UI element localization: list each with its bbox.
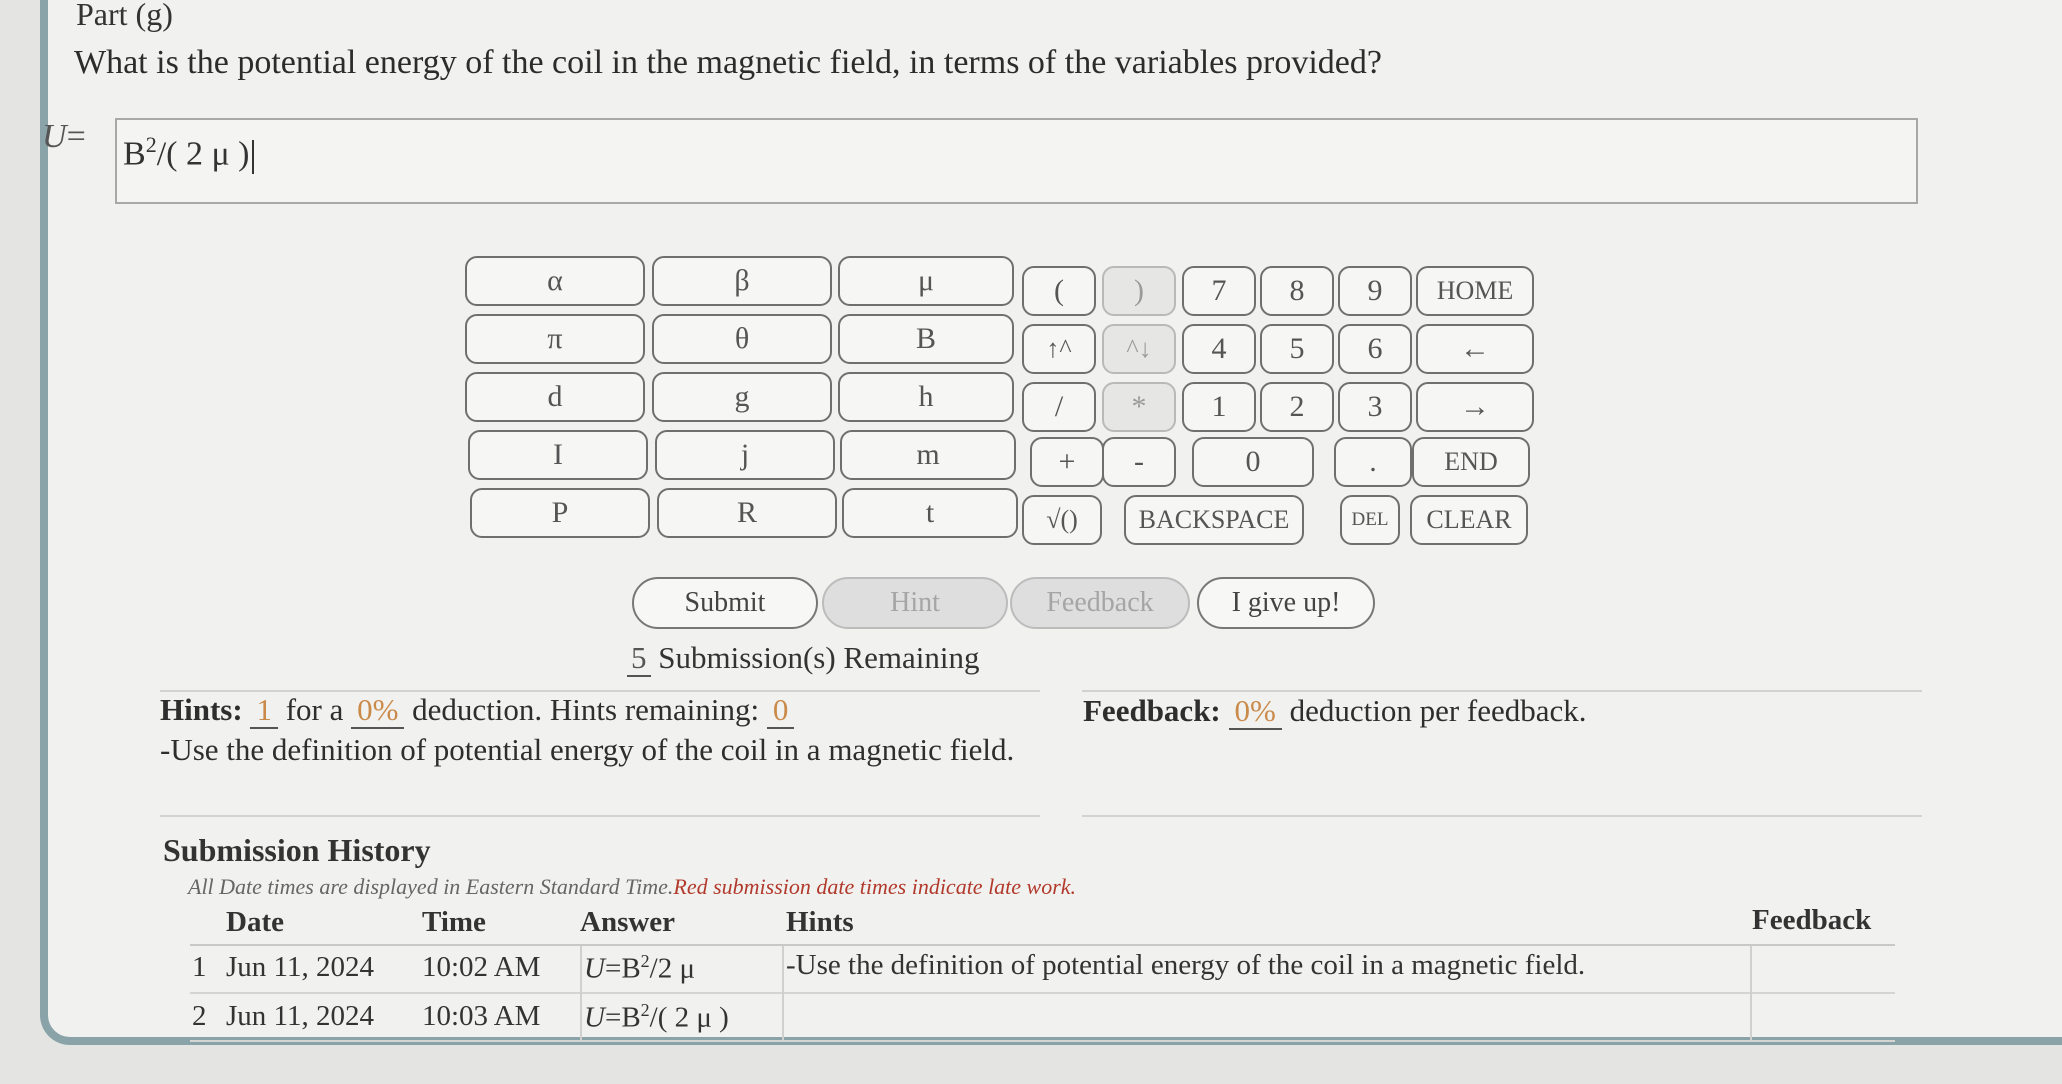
row-date: Jun 11, 2024 xyxy=(226,951,374,983)
key-beta[interactable]: β xyxy=(652,256,832,306)
table-divider xyxy=(190,992,1895,994)
key-decimal[interactable]: . xyxy=(1334,437,1412,487)
key-end[interactable]: END xyxy=(1412,437,1530,487)
col-header-date: Date xyxy=(226,906,284,938)
hints-section: Hints: 1 for a 0% deduction. Hints remai… xyxy=(160,690,1040,770)
feedback-info: Feedback: 0% deduction per feedback. xyxy=(1083,693,1587,730)
key-1[interactable]: 1 xyxy=(1182,382,1256,432)
key-pi[interactable]: π xyxy=(465,314,645,364)
row-answer: U=B2/2 μ xyxy=(584,951,696,985)
key-superscript-up[interactable]: ↑^ xyxy=(1022,324,1096,374)
key-R[interactable]: R xyxy=(657,488,837,538)
row-number: 1 xyxy=(192,951,207,983)
answer-rest: /( 2 μ ) xyxy=(156,135,250,173)
row-hint: -Use the definition of potential energy … xyxy=(786,949,1586,981)
key-h[interactable]: h xyxy=(838,372,1014,422)
answer-base: B xyxy=(123,135,146,173)
key-plus[interactable]: + xyxy=(1030,437,1104,487)
key-superscript-down[interactable]: ^↓ xyxy=(1102,324,1176,374)
row-number: 2 xyxy=(192,1000,207,1032)
submit-button[interactable]: Submit xyxy=(632,577,818,629)
key-j[interactable]: j xyxy=(655,430,835,480)
column-divider xyxy=(580,946,582,1040)
text-caret xyxy=(251,139,254,174)
hint-button[interactable]: Hint xyxy=(822,577,1008,629)
key-close-paren[interactable]: ) xyxy=(1102,266,1176,316)
part-title: Part (g) xyxy=(76,0,173,32)
feedback-button[interactable]: Feedback xyxy=(1010,577,1190,629)
give-up-button[interactable]: I give up! xyxy=(1197,577,1375,629)
col-header-time: Time xyxy=(422,906,486,938)
column-divider xyxy=(782,946,784,1040)
row-date: Jun 11, 2024 xyxy=(226,1000,374,1032)
key-clear[interactable]: CLEAR xyxy=(1410,495,1528,545)
key-del[interactable]: DEL xyxy=(1340,495,1400,545)
col-header-feedback: Feedback xyxy=(1752,904,1872,936)
key-2[interactable]: 2 xyxy=(1260,382,1334,432)
key-home[interactable]: HOME xyxy=(1416,266,1534,316)
key-3[interactable]: 3 xyxy=(1338,382,1412,432)
col-header-hints: Hints xyxy=(786,906,854,938)
key-alpha[interactable]: α xyxy=(465,256,645,306)
col-header-answer: Answer xyxy=(580,906,676,938)
key-B[interactable]: B xyxy=(838,314,1014,364)
key-theta[interactable]: θ xyxy=(652,314,832,364)
key-right-arrow[interactable]: → xyxy=(1416,382,1534,432)
row-time: 10:02 AM xyxy=(422,951,541,983)
key-0[interactable]: 0 xyxy=(1192,437,1314,487)
hint-text: -Use the definition of potential energy … xyxy=(160,732,1015,767)
key-sqrt[interactable]: √() xyxy=(1022,495,1102,545)
key-open-paren[interactable]: ( xyxy=(1022,266,1096,316)
key-P[interactable]: P xyxy=(470,488,650,538)
row-time: 10:03 AM xyxy=(422,1000,541,1032)
key-8[interactable]: 8 xyxy=(1260,266,1334,316)
key-mu[interactable]: μ xyxy=(838,256,1014,306)
divider xyxy=(1082,690,1922,692)
key-minus[interactable]: - xyxy=(1102,437,1176,487)
key-m[interactable]: m xyxy=(840,430,1016,480)
submission-history-title: Submission History xyxy=(163,832,431,868)
divider xyxy=(160,815,1040,817)
key-backspace[interactable]: BACKSPACE xyxy=(1124,495,1304,545)
column-divider xyxy=(1750,946,1752,1040)
key-g[interactable]: g xyxy=(652,372,832,422)
answer-input[interactable]: B2/( 2 μ ) xyxy=(115,118,1918,204)
key-I[interactable]: I xyxy=(468,430,648,480)
key-t[interactable]: t xyxy=(842,488,1018,538)
key-left-arrow[interactable]: ← xyxy=(1416,324,1534,374)
row-answer: U=B2/( 2 μ ) xyxy=(584,1000,729,1034)
key-multiply[interactable]: * xyxy=(1102,382,1176,432)
answer-exponent: 2 xyxy=(145,132,157,157)
submissions-remaining: 5 Submission(s) Remaining xyxy=(627,640,979,677)
table-divider xyxy=(190,944,1895,946)
table-divider xyxy=(190,1040,1895,1042)
key-divide[interactable]: / xyxy=(1022,382,1096,432)
question-text: What is the potential energy of the coil… xyxy=(74,44,1382,81)
key-9[interactable]: 9 xyxy=(1338,266,1412,316)
divider xyxy=(1082,815,1922,817)
key-6[interactable]: 6 xyxy=(1338,324,1412,374)
key-5[interactable]: 5 xyxy=(1260,324,1334,374)
timezone-note: All Date times are displayed in Eastern … xyxy=(188,874,1077,899)
key-4[interactable]: 4 xyxy=(1182,324,1256,374)
key-7[interactable]: 7 xyxy=(1182,266,1256,316)
key-d[interactable]: d xyxy=(465,372,645,422)
answer-label: U= xyxy=(42,118,86,155)
